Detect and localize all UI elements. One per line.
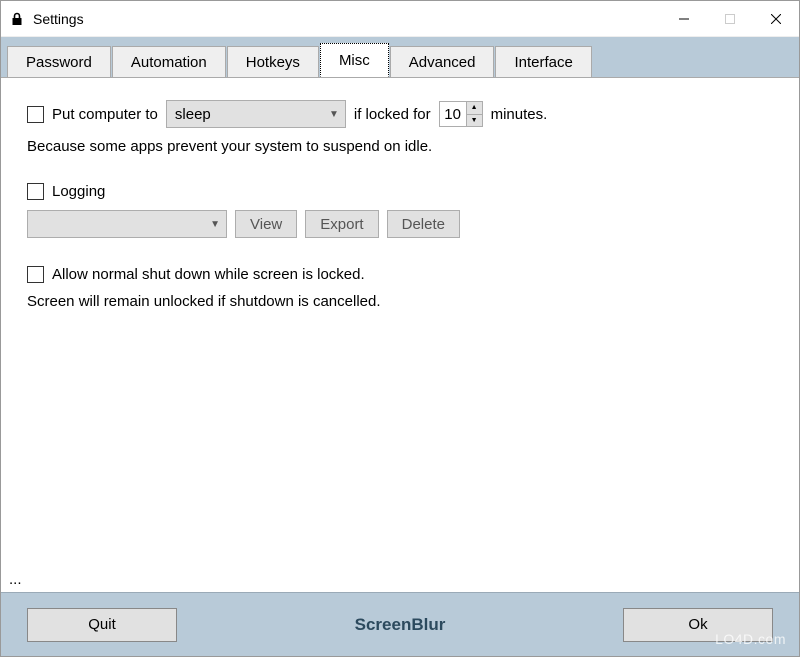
tab-interface[interactable]: Interface [495, 46, 591, 78]
minutes-label: minutes. [491, 106, 548, 123]
delete-button[interactable]: Delete [387, 210, 460, 238]
footer: Quit ScreenBlur Ok [1, 592, 799, 656]
tab-hotkeys[interactable]: Hotkeys [227, 46, 319, 78]
put-computer-row: Put computer to sleep ▼ if locked for 10… [27, 100, 773, 128]
tab-content: Put computer to sleep ▼ if locked for 10… [1, 77, 799, 592]
allow-shutdown-row: Allow normal shut down while screen is l… [27, 266, 773, 283]
titlebar: Settings [1, 1, 799, 37]
allow-shutdown-hint: Screen will remain unlocked if shutdown … [27, 293, 773, 310]
minimize-button[interactable] [661, 1, 707, 36]
logging-controls-row: ▼ View Export Delete [27, 210, 773, 238]
if-locked-label: if locked for [354, 106, 431, 123]
stepper-buttons: ▲ ▼ [466, 102, 482, 126]
put-computer-action-value: sleep [175, 106, 211, 123]
logging-label: Logging [52, 183, 105, 200]
brand-label: ScreenBlur [197, 615, 603, 635]
stepper-up-button[interactable]: ▲ [467, 102, 482, 115]
tab-automation[interactable]: Automation [112, 46, 226, 78]
quit-button[interactable]: Quit [27, 608, 177, 642]
tabstrip: Password Automation Hotkeys Misc Advance… [1, 37, 799, 77]
put-computer-hint: Because some apps prevent your system to… [27, 138, 773, 155]
put-computer-checkbox[interactable] [27, 106, 44, 123]
put-computer-action-select[interactable]: sleep ▼ [166, 100, 346, 128]
logging-checkbox[interactable] [27, 183, 44, 200]
tab-password[interactable]: Password [7, 46, 111, 78]
ok-button[interactable]: Ok [623, 608, 773, 642]
locked-minutes-value[interactable]: 10 [440, 102, 466, 126]
export-button[interactable]: Export [305, 210, 378, 238]
maximize-button[interactable] [707, 1, 753, 36]
tab-misc[interactable]: Misc [320, 43, 389, 77]
status-ellipsis: ... [9, 571, 22, 588]
logging-select[interactable]: ▼ [27, 210, 227, 238]
allow-shutdown-label: Allow normal shut down while screen is l… [52, 266, 365, 283]
lock-icon [9, 11, 25, 27]
stepper-down-button[interactable]: ▼ [467, 115, 482, 127]
window-title: Settings [33, 11, 661, 27]
logging-row: Logging [27, 183, 773, 200]
window-controls [661, 1, 799, 36]
settings-window: Settings Password Automation Hotkeys Mis… [0, 0, 800, 657]
chevron-down-icon: ▼ [210, 219, 220, 230]
put-computer-label: Put computer to [52, 106, 158, 123]
locked-minutes-stepper[interactable]: 10 ▲ ▼ [439, 101, 483, 127]
chevron-down-icon: ▼ [329, 109, 339, 120]
tab-advanced[interactable]: Advanced [390, 46, 495, 78]
allow-shutdown-checkbox[interactable] [27, 266, 44, 283]
close-button[interactable] [753, 1, 799, 36]
view-button[interactable]: View [235, 210, 297, 238]
